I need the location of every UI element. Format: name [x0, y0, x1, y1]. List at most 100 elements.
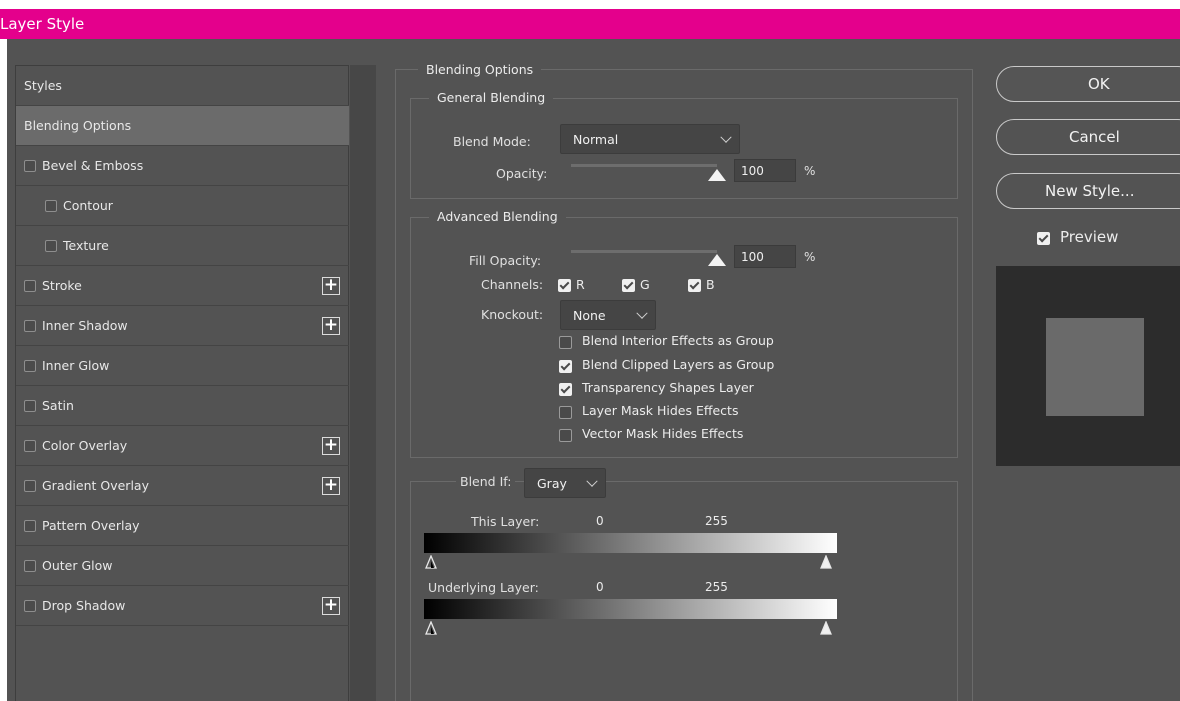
sidebar-item-checkbox[interactable]	[24, 600, 36, 612]
sidebar-item-drop-shadow[interactable]: Drop Shadow +	[16, 586, 349, 626]
sidebar-item-label: Drop Shadow	[42, 598, 126, 613]
transparency-shapes-layer-label: Transparency Shapes Layer	[582, 380, 754, 395]
opacity-percent: %	[804, 164, 816, 178]
channel-g-checkbox[interactable]	[622, 279, 635, 292]
ok-button-label: OK	[1088, 75, 1110, 93]
sidebar-item-label: Stroke	[42, 278, 82, 293]
knockout-dropdown[interactable]: None	[560, 300, 656, 330]
blend-interior-effects-checkbox[interactable]	[559, 336, 572, 349]
channel-r-label: R	[576, 277, 585, 292]
fill-opacity-value: 100	[741, 250, 764, 264]
blend-clipped-layers-label: Blend Clipped Layers as Group	[582, 357, 775, 372]
sidebar-item-label: Inner Shadow	[42, 318, 128, 333]
this-layer-label: This Layer:	[471, 514, 540, 529]
sidebar-item-pattern-overlay[interactable]: Pattern Overlay	[16, 506, 349, 546]
blending-options-title: Blending Options	[418, 62, 542, 77]
sidebar-item-checkbox[interactable]	[24, 560, 36, 572]
this-layer-gradient	[424, 533, 837, 553]
sidebar-item-checkbox[interactable]	[24, 440, 36, 452]
this-layer-min: 0	[596, 514, 604, 528]
sidebar-item-label: Color Overlay	[42, 438, 128, 453]
sidebar-item-checkbox[interactable]	[24, 400, 36, 412]
new-style-button[interactable]: New Style...	[996, 173, 1180, 209]
styles-list-scrollbar[interactable]	[350, 65, 376, 701]
add-effect-plus-icon[interactable]: +	[322, 437, 340, 455]
add-effect-plus-icon[interactable]: +	[322, 277, 340, 295]
cancel-button-label: Cancel	[1069, 128, 1120, 146]
blend-if-dropdown[interactable]: Gray	[524, 468, 606, 498]
vector-mask-hides-effects-checkbox[interactable]	[559, 429, 572, 442]
blend-if-value: Gray	[537, 476, 567, 491]
underlying-layer-black-point-thumb[interactable]	[425, 621, 437, 635]
preview-swatch	[1046, 318, 1144, 416]
add-effect-plus-icon[interactable]: +	[322, 317, 340, 335]
sidebar-item-checkbox[interactable]	[45, 200, 57, 212]
knockout-value: None	[573, 308, 606, 323]
sidebar-item-styles[interactable]: Styles	[16, 66, 349, 106]
sidebar-item-checkbox[interactable]	[24, 320, 36, 332]
this-layer-black-point-thumb[interactable]	[425, 555, 437, 569]
sidebar-item-color-overlay[interactable]: Color Overlay +	[16, 426, 349, 466]
sidebar-item-contour[interactable]: Contour	[16, 186, 349, 226]
sidebar-item-label: Bevel & Emboss	[42, 158, 144, 173]
chevron-down-icon	[586, 475, 598, 487]
sidebar-item-checkbox[interactable]	[24, 280, 36, 292]
underlying-layer-label: Underlying Layer:	[428, 580, 539, 595]
styles-list: Styles Blending Options Bevel & Emboss Cont…	[15, 65, 349, 701]
sidebar-item-checkbox[interactable]	[24, 360, 36, 372]
transparency-shapes-layer-checkbox[interactable]	[559, 383, 572, 396]
sidebar-item-blending-options[interactable]: Blending Options	[16, 106, 349, 146]
opacity-input[interactable]: 100	[734, 159, 796, 182]
add-effect-plus-icon[interactable]: +	[322, 597, 340, 615]
blend-mode-dropdown[interactable]: Normal	[560, 124, 740, 154]
add-effect-plus-icon[interactable]: +	[322, 477, 340, 495]
layer-mask-hides-effects-label: Layer Mask Hides Effects	[582, 403, 739, 418]
this-layer-white-point-thumb[interactable]	[820, 555, 832, 569]
fill-opacity-percent: %	[804, 250, 816, 264]
preview-checkbox[interactable]	[1037, 232, 1050, 245]
sidebar-item-checkbox[interactable]	[24, 160, 36, 172]
sidebar-item-checkbox[interactable]	[24, 480, 36, 492]
underlying-layer-gradient	[424, 599, 837, 619]
sidebar-item-bevel-and-emboss[interactable]: Bevel & Emboss	[16, 146, 349, 186]
opacity-slider-thumb[interactable]	[708, 169, 726, 181]
ok-button[interactable]: OK	[996, 66, 1180, 102]
window-title: Layer Style	[0, 15, 85, 33]
sidebar-item-gradient-overlay[interactable]: Gradient Overlay +	[16, 466, 349, 506]
sidebar-item-inner-glow[interactable]: Inner Glow	[16, 346, 349, 386]
channel-b-checkbox[interactable]	[688, 279, 701, 292]
sidebar-item-texture[interactable]: Texture	[16, 226, 349, 266]
layer-style-dialog: Styles Blending Options Bevel & Emboss Cont…	[7, 39, 1180, 701]
sidebar-item-label: Satin	[42, 398, 74, 413]
blend-interior-effects-label: Blend Interior Effects as Group	[582, 333, 774, 348]
sidebar-item-checkbox[interactable]	[45, 240, 57, 252]
sidebar-item-label: Inner Glow	[42, 358, 110, 373]
underlying-layer-white-point-thumb[interactable]	[820, 621, 832, 635]
sidebar-item-label: Gradient Overlay	[42, 478, 149, 493]
blend-clipped-layers-checkbox[interactable]	[559, 360, 572, 373]
opacity-slider[interactable]	[571, 164, 717, 167]
fill-opacity-label: Fill Opacity:	[469, 253, 542, 268]
channel-g-label: G	[640, 277, 650, 292]
sidebar-item-checkbox[interactable]	[24, 520, 36, 532]
sidebar-item-inner-shadow[interactable]: Inner Shadow +	[16, 306, 349, 346]
channel-r-checkbox[interactable]	[558, 279, 571, 292]
channel-b-label: B	[706, 277, 715, 292]
chevron-down-icon	[636, 307, 648, 319]
sidebar-item-label: Blending Options	[24, 118, 132, 133]
sidebar-item-label: Styles	[24, 78, 62, 93]
blend-mode-label: Blend Mode:	[453, 134, 531, 149]
cancel-button[interactable]: Cancel	[996, 119, 1180, 155]
fill-opacity-slider[interactable]	[571, 250, 717, 253]
sidebar-item-outer-glow[interactable]: Outer Glow	[16, 546, 349, 586]
opacity-label: Opacity:	[496, 166, 548, 181]
vector-mask-hides-effects-label: Vector Mask Hides Effects	[582, 426, 744, 441]
blend-mode-value: Normal	[573, 132, 619, 147]
sidebar-item-satin[interactable]: Satin	[16, 386, 349, 426]
sidebar-item-stroke[interactable]: Stroke +	[16, 266, 349, 306]
underlying-layer-max: 255	[705, 580, 728, 594]
fill-opacity-input[interactable]: 100	[734, 245, 796, 268]
blend-if-label: Blend If:	[456, 474, 516, 489]
fill-opacity-slider-thumb[interactable]	[708, 254, 726, 266]
layer-mask-hides-effects-checkbox[interactable]	[559, 406, 572, 419]
